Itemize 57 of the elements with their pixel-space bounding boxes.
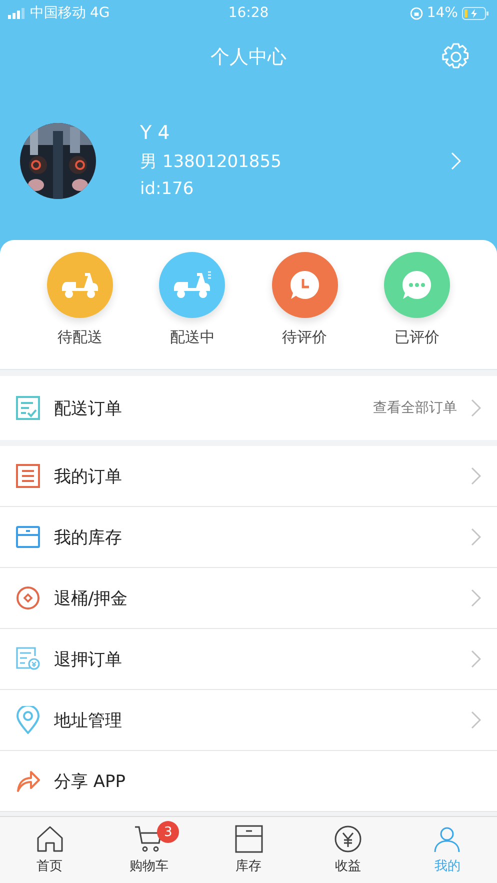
clock-bubble-icon bbox=[288, 269, 321, 301]
home-icon bbox=[36, 825, 64, 853]
menu-row[interactable]: 退桶/押金 bbox=[0, 568, 497, 629]
chevron-icon bbox=[471, 589, 481, 607]
menu-row[interactable]: 退押订单 bbox=[0, 629, 497, 690]
chevron-icon bbox=[471, 528, 481, 546]
coin-icon bbox=[16, 586, 40, 610]
view-all-link[interactable]: 查看全部订单 bbox=[373, 399, 457, 417]
user-name: Y 4 bbox=[140, 122, 171, 144]
tab-item[interactable]: 首页 bbox=[0, 817, 100, 883]
carrier-text: 中国移动 bbox=[30, 4, 86, 22]
rotation-lock-icon bbox=[410, 6, 423, 20]
person-icon bbox=[433, 825, 462, 853]
chevron-icon bbox=[471, 399, 481, 417]
yen-coin-icon bbox=[334, 825, 362, 853]
scooter-icon bbox=[60, 270, 100, 300]
checklist-icon bbox=[16, 396, 40, 420]
gender-phone-text: 男 13801201855 bbox=[140, 151, 282, 173]
row-label: 分享 APP bbox=[54, 770, 127, 792]
row-label: 我的订单 bbox=[54, 466, 123, 488]
battery-icon bbox=[462, 6, 489, 20]
chevron-icon bbox=[451, 152, 461, 170]
tab-item[interactable]: 购物车 3 bbox=[99, 817, 199, 883]
chevron-icon bbox=[471, 467, 481, 485]
delivery-orders-row[interactable]: 配送订单 查看全部订单 bbox=[0, 376, 497, 440]
chevron-icon bbox=[471, 711, 481, 729]
menu-row[interactable]: 分享 APP bbox=[0, 751, 497, 812]
row-label: 退桶/押金 bbox=[54, 588, 129, 610]
menu-row[interactable]: 我的库存 bbox=[0, 507, 497, 568]
time-text: 16:28 bbox=[228, 5, 269, 21]
refund-document-icon bbox=[16, 647, 40, 671]
signal-icon bbox=[8, 8, 26, 18]
menu-row[interactable]: 我的订单 bbox=[0, 446, 497, 507]
tab-item[interactable]: 收益 bbox=[298, 817, 398, 883]
menu-row[interactable]: 地址管理 bbox=[0, 690, 497, 751]
row-label: 退押订单 bbox=[54, 648, 123, 670]
status-label: 已评价 bbox=[394, 328, 440, 347]
status-label: 待评价 bbox=[282, 328, 328, 347]
user-id-text: id:176 bbox=[140, 179, 195, 199]
scooter-icon bbox=[172, 270, 212, 300]
status-label: 配送中 bbox=[170, 328, 215, 347]
location-pin-icon bbox=[16, 706, 40, 734]
box-icon bbox=[16, 526, 40, 548]
network-text: 4G bbox=[90, 5, 110, 21]
box-icon bbox=[234, 825, 263, 853]
share-icon bbox=[16, 769, 40, 793]
count-badge: 3 bbox=[157, 821, 180, 843]
row-label: 配送订单 bbox=[54, 398, 123, 420]
row-label: 地址管理 bbox=[54, 710, 123, 732]
chat-bubble-icon bbox=[400, 269, 433, 301]
tab-item[interactable]: 库存 bbox=[198, 817, 298, 883]
status-label: 待配送 bbox=[58, 328, 103, 347]
list-icon bbox=[16, 464, 40, 488]
row-label: 我的库存 bbox=[54, 526, 123, 548]
page-title: 个人中心 bbox=[210, 45, 286, 70]
chevron-icon bbox=[471, 650, 481, 668]
battery-percent: 14% bbox=[426, 5, 458, 21]
